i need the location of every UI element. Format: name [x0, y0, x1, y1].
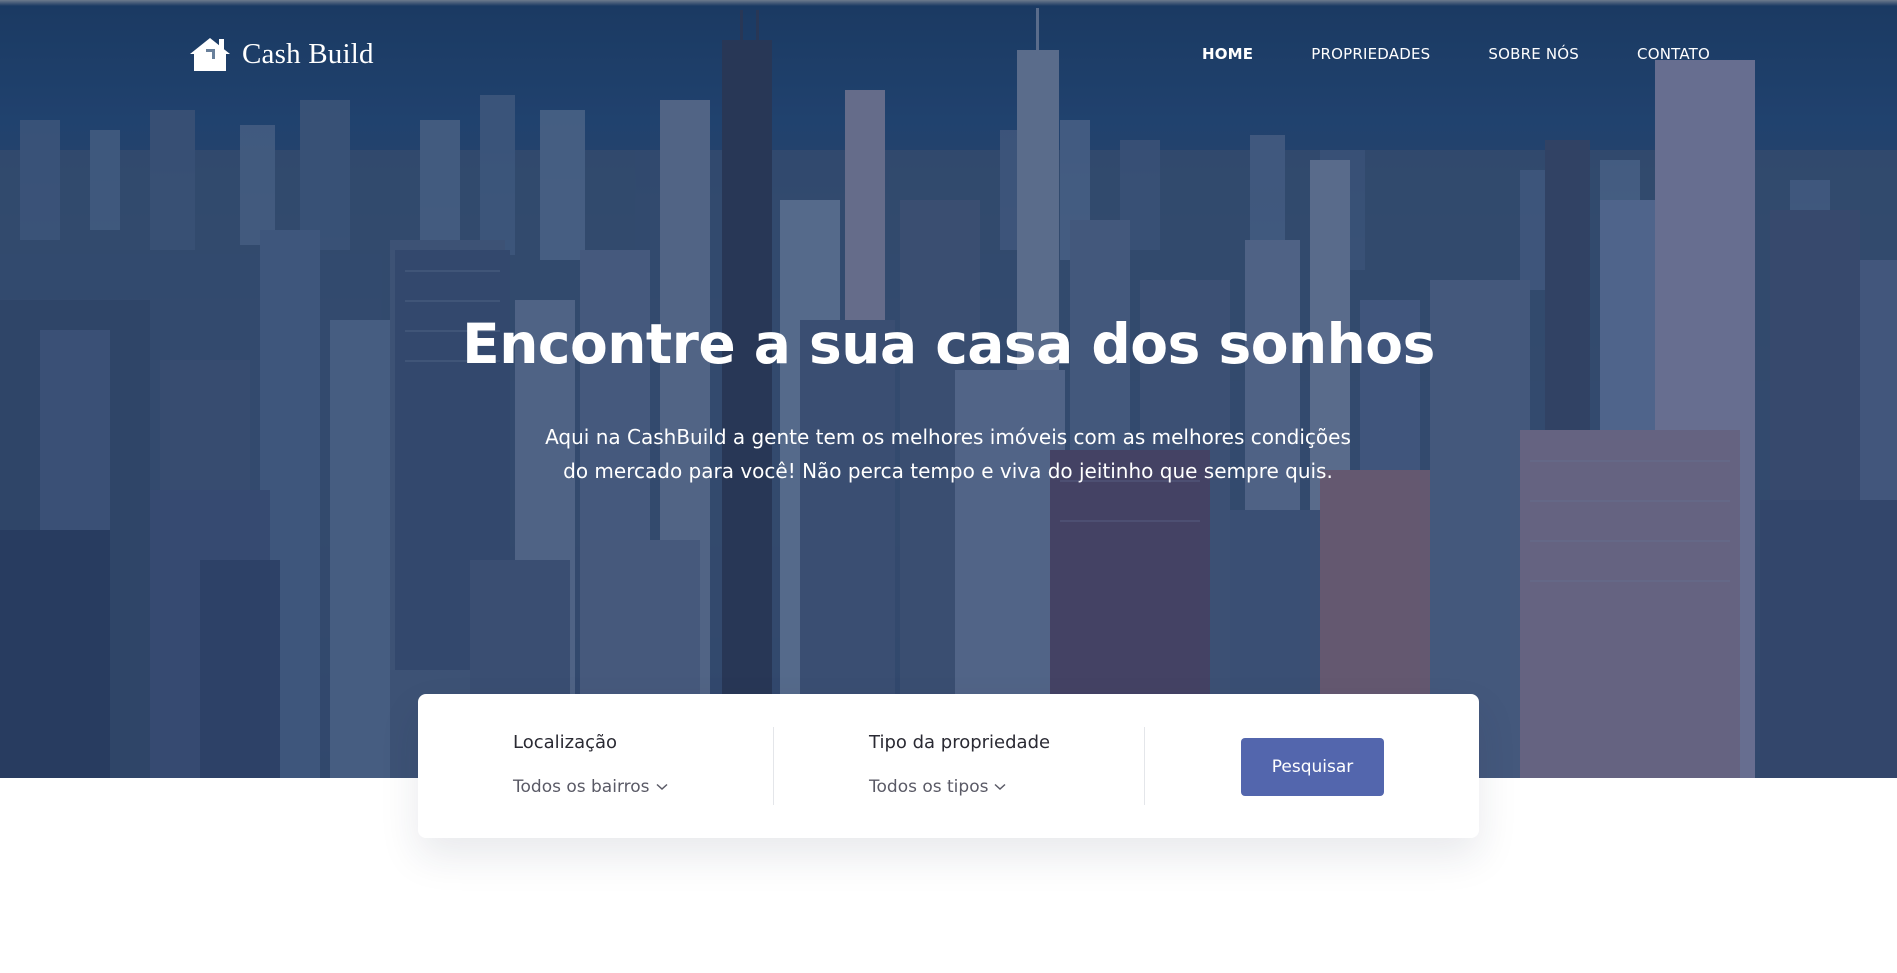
- property-type-label: Tipo da propriedade: [869, 732, 1051, 753]
- location-select[interactable]: Todos os bairros: [513, 777, 668, 797]
- brand-logo[interactable]: Cash Build: [186, 34, 374, 74]
- hero-overlay: [0, 0, 1897, 778]
- location-field[interactable]: Localização Todos os bairros: [513, 732, 668, 797]
- nav-item-contato[interactable]: CONTATO: [1637, 45, 1710, 63]
- hero-title: Encontre a sua casa dos sonhos: [462, 312, 1435, 376]
- main-nav: HOME PROPRIEDADES SOBRE NÓS CONTATO: [1202, 45, 1710, 63]
- property-type-field[interactable]: Tipo da propriedade Todos os tipos: [869, 732, 1050, 797]
- search-card: Localização Todos os bairros Tipo da pro…: [418, 694, 1479, 838]
- chevron-down-icon: [994, 783, 1006, 791]
- nav-item-home[interactable]: HOME: [1202, 45, 1253, 63]
- house-icon: [190, 38, 230, 71]
- location-label: Localização: [513, 732, 618, 753]
- property-type-select[interactable]: Todos os tipos: [869, 777, 1050, 797]
- brand-name: Cash Build: [242, 37, 374, 70]
- hero-subtitle-line-2: do mercado para você! Não perca tempo e …: [563, 459, 1333, 483]
- hero-section: Cash Build HOME PROPRIEDADES SOBRE NÓS C…: [0, 0, 1897, 778]
- navbar: Cash Build HOME PROPRIEDADES SOBRE NÓS C…: [0, 0, 1897, 110]
- field-divider: [773, 727, 774, 805]
- nav-item-propriedades[interactable]: PROPRIEDADES: [1311, 45, 1430, 63]
- field-divider: [1144, 727, 1145, 805]
- chevron-down-icon: [656, 783, 668, 791]
- property-type-value: Todos os tipos: [869, 777, 989, 797]
- search-button[interactable]: Pesquisar: [1241, 738, 1384, 796]
- hero-subtitle-line-1: Aqui na CashBuild a gente tem os melhore…: [545, 425, 1351, 449]
- nav-item-sobre-nos[interactable]: SOBRE NÓS: [1488, 45, 1579, 63]
- location-value: Todos os bairros: [513, 777, 650, 797]
- hero-subtitle: Aqui na CashBuild a gente tem os melhore…: [523, 420, 1373, 488]
